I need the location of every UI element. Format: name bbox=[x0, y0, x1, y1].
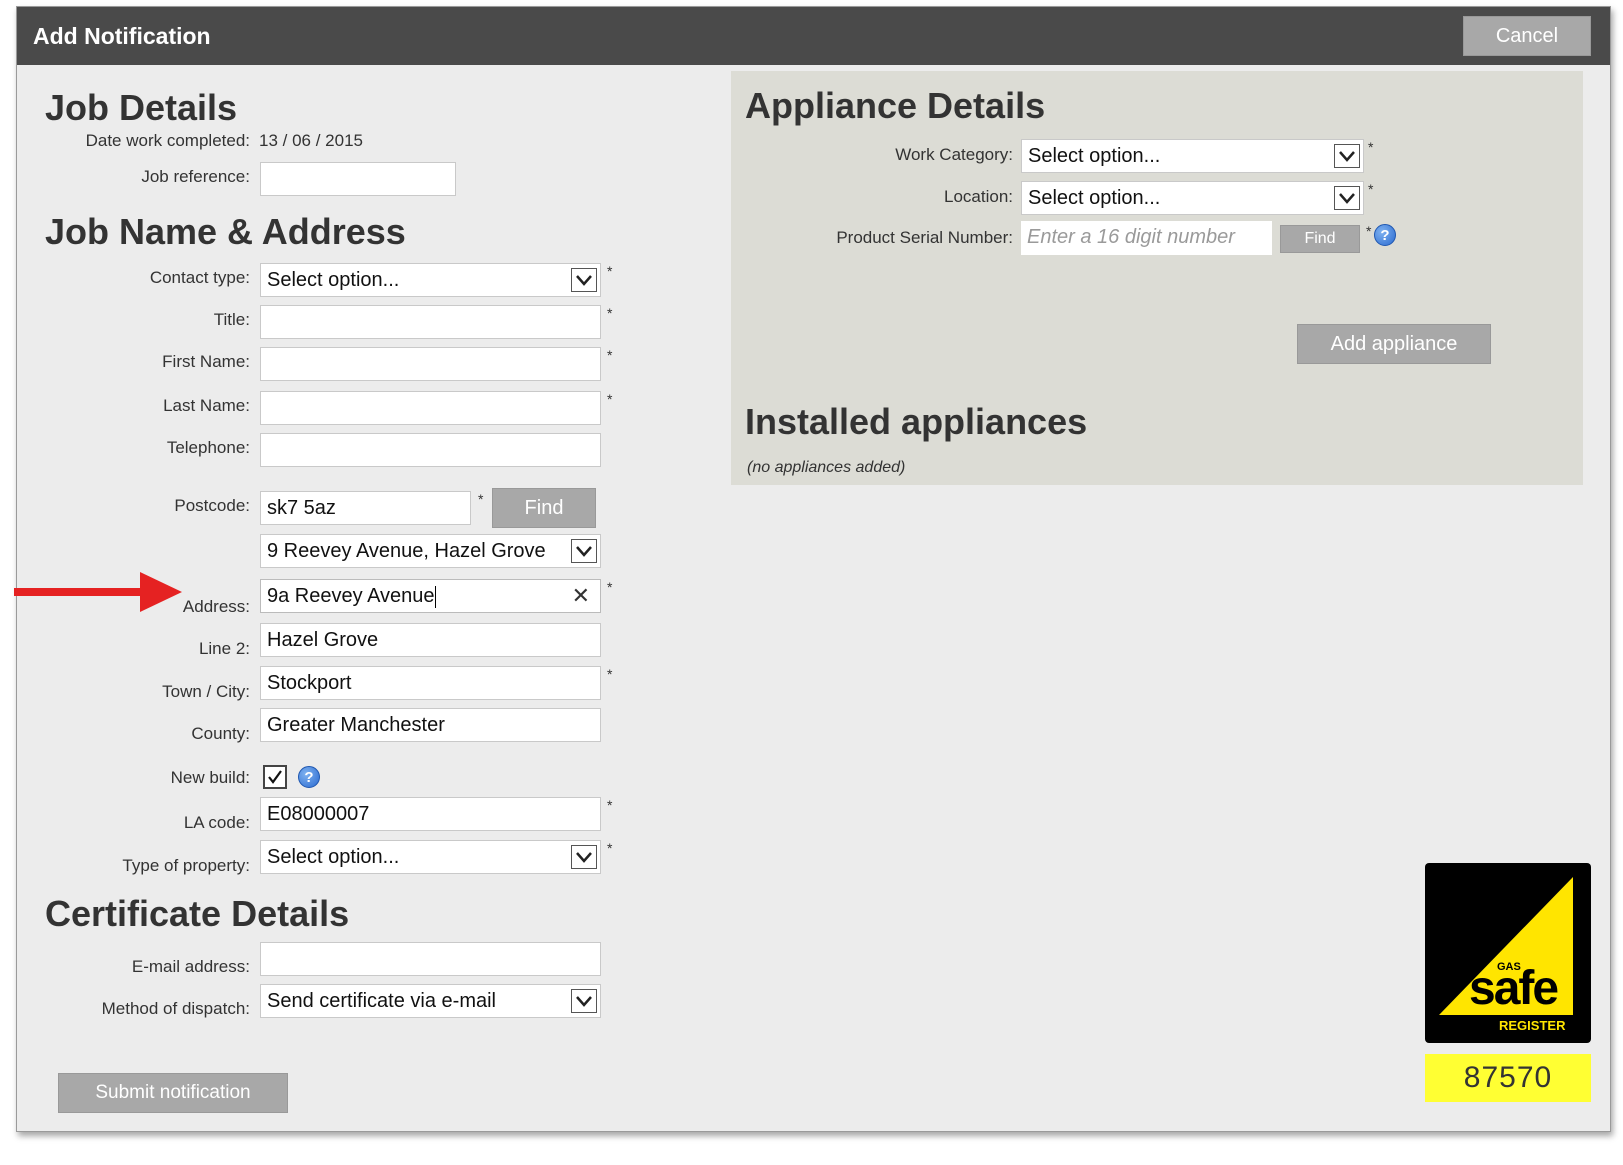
appliance-details-panel: Appliance Details Work Category: Select … bbox=[731, 71, 1583, 485]
submit-notification-button[interactable]: Submit notification bbox=[58, 1073, 288, 1113]
required-marker: * bbox=[607, 305, 613, 321]
postcode-input[interactable]: sk7 5az bbox=[260, 491, 471, 525]
new-build-label: New build: bbox=[170, 768, 250, 787]
town-city-label: Town / City: bbox=[162, 682, 250, 701]
gas-safe-logo: GAS safe REGISTER bbox=[1425, 863, 1591, 1043]
installed-appliances-heading: Installed appliances bbox=[745, 401, 1088, 442]
chevron-down-icon[interactable] bbox=[571, 268, 597, 292]
property-type-value: Select option... bbox=[267, 846, 400, 868]
la-code-input[interactable]: E08000007 bbox=[260, 797, 601, 831]
work-category-value: Select option... bbox=[1028, 145, 1161, 167]
contact-type-label: Contact type: bbox=[149, 268, 250, 287]
address-value: 9a Reevey Avenue bbox=[267, 585, 435, 607]
property-type-label: Type of property: bbox=[122, 856, 250, 875]
last-name-input[interactable] bbox=[260, 391, 601, 425]
chevron-down-icon[interactable] bbox=[571, 845, 597, 869]
job-name-address-heading: Job Name & Address bbox=[45, 211, 406, 252]
serial-number-placeholder: Enter a 16 digit number bbox=[1027, 226, 1235, 248]
serial-number-input[interactable]: Enter a 16 digit number bbox=[1021, 221, 1272, 255]
date-completed-value: 13 / 06 / 2015 bbox=[259, 131, 363, 150]
required-marker: * bbox=[607, 840, 613, 856]
serial-number-label: Product Serial Number: bbox=[836, 228, 1013, 247]
contact-type-select[interactable]: Select option... bbox=[260, 263, 601, 297]
dialog-title: Add Notification bbox=[33, 23, 211, 49]
help-icon[interactable]: ? bbox=[1374, 224, 1396, 246]
gas-safe-word: safe bbox=[1469, 962, 1559, 1015]
text-cursor bbox=[434, 585, 436, 608]
contact-type-value: Select option... bbox=[267, 269, 400, 291]
dispatch-method-select[interactable]: Send certificate via e-mail bbox=[260, 984, 601, 1018]
chevron-down-icon[interactable] bbox=[571, 539, 597, 563]
address-input[interactable]: 9a Reevey Avenue ✕ bbox=[260, 579, 601, 613]
title-label: Title: bbox=[213, 310, 250, 329]
line2-input[interactable]: Hazel Grove bbox=[260, 623, 601, 657]
gas-safe-number: 87570 bbox=[1425, 1054, 1591, 1102]
required-marker: * bbox=[1366, 223, 1372, 239]
address-lookup-select[interactable]: 9 Reevey Avenue, Hazel Grove bbox=[260, 534, 601, 568]
annotation-arrow-icon bbox=[14, 572, 182, 612]
work-category-select[interactable]: Select option... bbox=[1021, 139, 1364, 173]
job-reference-label: Job reference: bbox=[141, 167, 250, 186]
required-marker: * bbox=[607, 797, 613, 813]
certificate-details-heading: Certificate Details bbox=[45, 893, 350, 934]
address-lookup-value: 9 Reevey Avenue, Hazel Grove bbox=[267, 540, 546, 562]
postcode-label: Postcode: bbox=[174, 496, 250, 515]
chevron-down-icon[interactable] bbox=[1334, 186, 1360, 210]
dispatch-method-label: Method of dispatch: bbox=[101, 999, 250, 1018]
title-input[interactable] bbox=[260, 305, 601, 339]
telephone-label: Telephone: bbox=[166, 438, 250, 457]
serial-find-button[interactable]: Find bbox=[1280, 225, 1360, 253]
first-name-label: First Name: bbox=[162, 352, 250, 371]
required-marker: * bbox=[607, 391, 613, 407]
job-details-heading: Job Details bbox=[45, 87, 238, 128]
postcode-find-button[interactable]: Find bbox=[492, 488, 596, 528]
add-notification-dialog: Add Notification Cancel Job Details Date… bbox=[16, 6, 1611, 1132]
required-marker: * bbox=[478, 491, 484, 507]
required-marker: * bbox=[607, 263, 613, 279]
new-build-checkbox[interactable] bbox=[263, 765, 287, 789]
email-label: E-mail address: bbox=[131, 957, 250, 976]
first-name-input[interactable] bbox=[260, 347, 601, 381]
checkmark-icon bbox=[268, 770, 282, 784]
town-city-input[interactable]: Stockport bbox=[260, 666, 601, 700]
email-input[interactable] bbox=[260, 942, 601, 976]
chevron-down-icon[interactable] bbox=[1334, 144, 1360, 168]
help-icon[interactable]: ? bbox=[298, 766, 320, 788]
clear-icon[interactable]: ✕ bbox=[572, 580, 590, 612]
gas-safe-triangle-icon bbox=[1439, 877, 1573, 1015]
installed-appliances-empty: (no appliances added) bbox=[747, 459, 906, 476]
line2-label: Line 2: bbox=[198, 639, 250, 658]
title-bar: Add Notification Cancel bbox=[17, 7, 1610, 65]
location-select[interactable]: Select option... bbox=[1021, 181, 1364, 215]
date-completed-label: Date work completed: bbox=[85, 131, 250, 150]
dispatch-method-value: Send certificate via e-mail bbox=[267, 990, 496, 1012]
required-marker: * bbox=[1368, 181, 1374, 197]
appliance-details-heading: Appliance Details bbox=[745, 85, 1046, 126]
la-code-label: LA code: bbox=[183, 813, 250, 832]
required-marker: * bbox=[607, 347, 613, 363]
county-label: County: bbox=[191, 724, 250, 743]
property-type-select[interactable]: Select option... bbox=[260, 840, 601, 874]
required-marker: * bbox=[607, 579, 613, 595]
location-value: Select option... bbox=[1028, 187, 1161, 209]
county-input[interactable]: Greater Manchester bbox=[260, 708, 601, 742]
job-reference-input[interactable] bbox=[260, 162, 456, 196]
chevron-down-icon[interactable] bbox=[571, 989, 597, 1013]
required-marker: * bbox=[1368, 139, 1374, 155]
gas-safe-register-text: REGISTER bbox=[1499, 1018, 1566, 1033]
telephone-input[interactable] bbox=[260, 433, 601, 467]
location-label: Location: bbox=[944, 187, 1013, 206]
required-marker: * bbox=[607, 666, 613, 682]
last-name-label: Last Name: bbox=[163, 396, 250, 415]
add-appliance-button[interactable]: Add appliance bbox=[1297, 324, 1491, 364]
cancel-button[interactable]: Cancel bbox=[1463, 16, 1591, 56]
work-category-label: Work Category: bbox=[895, 145, 1013, 164]
